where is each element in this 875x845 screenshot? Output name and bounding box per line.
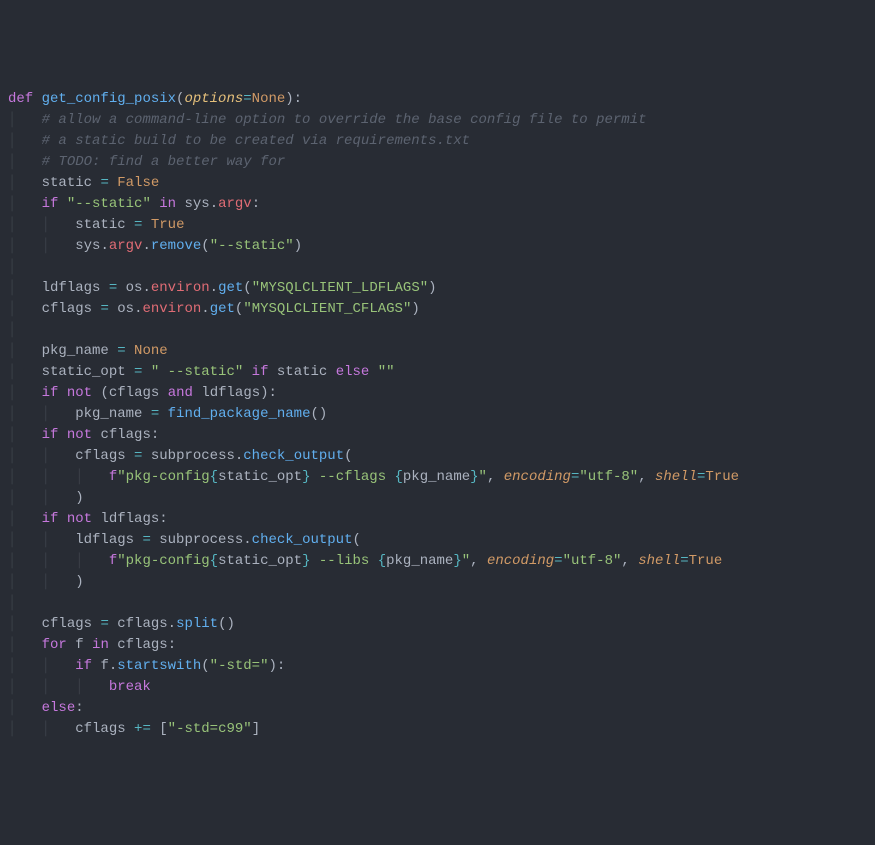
code-line[interactable]: │ │ │ f"pkg-config{static_opt} --libs {p…	[8, 551, 875, 572]
code-line[interactable]: │ │ )	[8, 572, 875, 593]
code-line[interactable]: │ for f in cflags:	[8, 635, 875, 656]
code-line[interactable]: def get_config_posix(options=None):	[8, 89, 875, 110]
code-line[interactable]: │ static_opt = " --static" if static els…	[8, 362, 875, 383]
code-line[interactable]: │ if not (cflags and ldflags):	[8, 383, 875, 404]
code-line[interactable]: │	[8, 593, 875, 614]
code-line[interactable]: │ static = False	[8, 173, 875, 194]
code-line[interactable]: │ │ if f.startswith("-std="):	[8, 656, 875, 677]
code-line[interactable]: │ │ )	[8, 488, 875, 509]
code-line[interactable]: │ │ cflags = subprocess.check_output(	[8, 446, 875, 467]
code-line[interactable]: │ │ ldflags = subprocess.check_output(	[8, 530, 875, 551]
code-line[interactable]: │ # a static build to be created via req…	[8, 131, 875, 152]
code-line[interactable]: │ cflags = os.environ.get("MYSQLCLIENT_C…	[8, 299, 875, 320]
code-line[interactable]: │	[8, 257, 875, 278]
code-editor[interactable]: def get_config_posix(options=None):│ # a…	[8, 89, 875, 740]
code-line[interactable]: │ ldflags = os.environ.get("MYSQLCLIENT_…	[8, 278, 875, 299]
code-line[interactable]: │ │ static = True	[8, 215, 875, 236]
code-line[interactable]: │ # TODO: find a better way for	[8, 152, 875, 173]
code-line[interactable]: │ │ pkg_name = find_package_name()	[8, 404, 875, 425]
code-line[interactable]: │ │ │ break	[8, 677, 875, 698]
code-line[interactable]: │ if not ldflags:	[8, 509, 875, 530]
code-line[interactable]: │ else:	[8, 698, 875, 719]
code-line[interactable]: │ pkg_name = None	[8, 341, 875, 362]
code-line[interactable]: │ │ │ f"pkg-config{static_opt} --cflags …	[8, 467, 875, 488]
code-line[interactable]: │ │ cflags += ["-std=c99"]	[8, 719, 875, 740]
code-line[interactable]: │ # allow a command-line option to overr…	[8, 110, 875, 131]
code-line[interactable]: │ cflags = cflags.split()	[8, 614, 875, 635]
code-line[interactable]: │ │ sys.argv.remove("--static")	[8, 236, 875, 257]
code-line[interactable]: │	[8, 320, 875, 341]
code-line[interactable]: │ if "--static" in sys.argv:	[8, 194, 875, 215]
code-line[interactable]: │ if not cflags:	[8, 425, 875, 446]
